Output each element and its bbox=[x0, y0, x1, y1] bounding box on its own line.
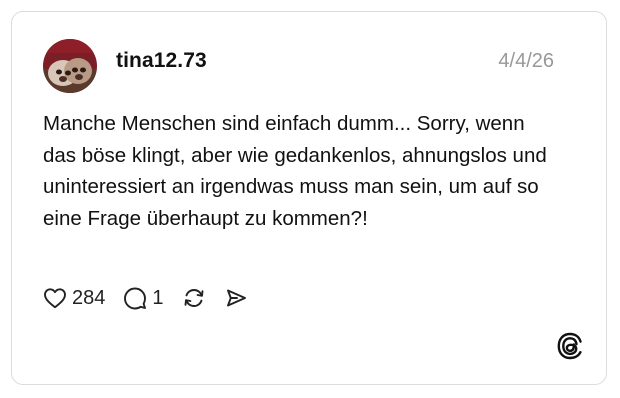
post-text: Manche Menschen sind einfach dumm... Sor… bbox=[43, 112, 547, 230]
reply-count: 1 bbox=[152, 286, 164, 309]
send-icon bbox=[224, 286, 248, 310]
action-bar: 284 1 bbox=[43, 284, 266, 312]
reply-button[interactable]: 1 bbox=[123, 286, 164, 310]
comment-icon bbox=[123, 286, 147, 310]
post-date: 4/4/26 bbox=[498, 50, 554, 72]
share-button[interactable] bbox=[224, 286, 248, 310]
avatar-image bbox=[43, 39, 97, 93]
heart-icon bbox=[43, 287, 67, 309]
like-button[interactable]: 284 bbox=[43, 287, 105, 310]
repost-icon bbox=[182, 286, 206, 310]
like-count: 284 bbox=[72, 286, 106, 309]
avatar[interactable] bbox=[43, 39, 97, 93]
post-card: tina12.73 4/4/26 Manche Menschen sind ei… bbox=[11, 11, 607, 385]
username[interactable]: tina12.73 bbox=[116, 49, 207, 73]
repost-button[interactable] bbox=[182, 286, 206, 310]
threads-logo-icon bbox=[557, 332, 583, 360]
